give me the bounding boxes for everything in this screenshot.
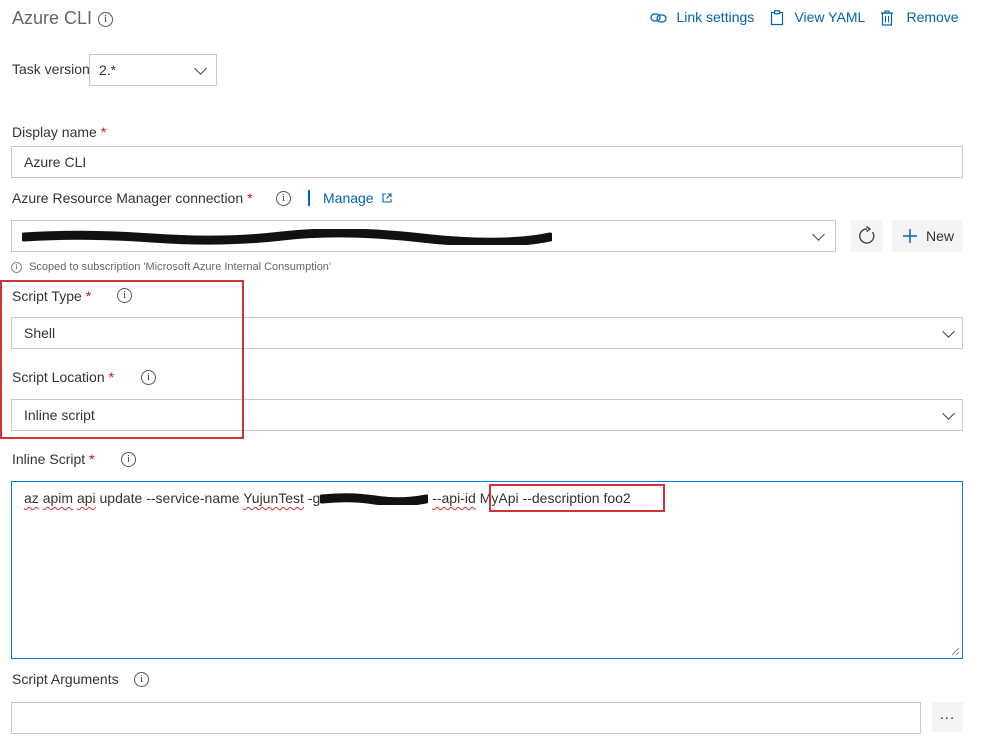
page-title: Azure CLI — [12, 8, 93, 28]
link-icon — [650, 13, 667, 23]
chevron-down-icon — [942, 325, 955, 338]
refresh-icon — [859, 226, 875, 244]
task-version-select[interactable]: 2.* — [89, 54, 217, 86]
remove-label: Remove — [906, 9, 959, 25]
more-options-button[interactable]: … — [932, 702, 963, 732]
link-settings-label: Link settings — [676, 9, 755, 25]
highlight-box — [489, 484, 665, 512]
redacted-value — [317, 493, 431, 507]
display-name-input[interactable]: Azure CLI — [11, 146, 963, 178]
link-settings-button[interactable]: Link settings — [650, 9, 754, 27]
refresh-button[interactable] — [851, 220, 883, 252]
trash-icon — [881, 10, 893, 26]
info-icon[interactable] — [134, 672, 149, 687]
chevron-down-icon — [812, 228, 825, 241]
scope-note: Scoped to subscription 'Microsoft Azure … — [11, 261, 331, 273]
chevron-down-icon — [194, 62, 207, 75]
plus-icon — [903, 229, 917, 243]
separator — [308, 190, 310, 206]
view-yaml-button[interactable]: View YAML — [770, 9, 865, 27]
info-icon[interactable] — [276, 191, 291, 206]
redacted-value — [22, 229, 552, 245]
new-connection-button[interactable]: New — [892, 220, 963, 252]
manage-link[interactable]: Manage — [323, 190, 392, 208]
script-arguments-input[interactable] — [11, 702, 921, 734]
info-icon[interactable] — [121, 452, 136, 467]
remove-button[interactable]: Remove — [880, 9, 959, 27]
arm-connection-select[interactable] — [11, 220, 836, 252]
task-version-label: Task version — [12, 61, 90, 77]
view-yaml-label: View YAML — [794, 9, 866, 25]
chevron-down-icon — [942, 407, 955, 420]
highlight-box — [0, 280, 244, 439]
top-actions: Link settings View YAML Remove — [650, 9, 970, 29]
display-name-label: Display name * — [12, 124, 107, 140]
arm-connection-label: Azure Resource Manager connection * — [12, 190, 253, 206]
info-icon — [11, 261, 22, 273]
inline-script-textarea[interactable]: az apim api update --service-name YujunT… — [11, 481, 963, 659]
inline-script-label: Inline Script * — [12, 451, 95, 467]
clipboard-icon — [770, 9, 784, 25]
script-arguments-label: Script Arguments — [12, 671, 119, 687]
info-icon[interactable] — [98, 12, 113, 27]
resize-handle-icon[interactable] — [950, 646, 960, 656]
external-link-icon — [382, 193, 392, 203]
